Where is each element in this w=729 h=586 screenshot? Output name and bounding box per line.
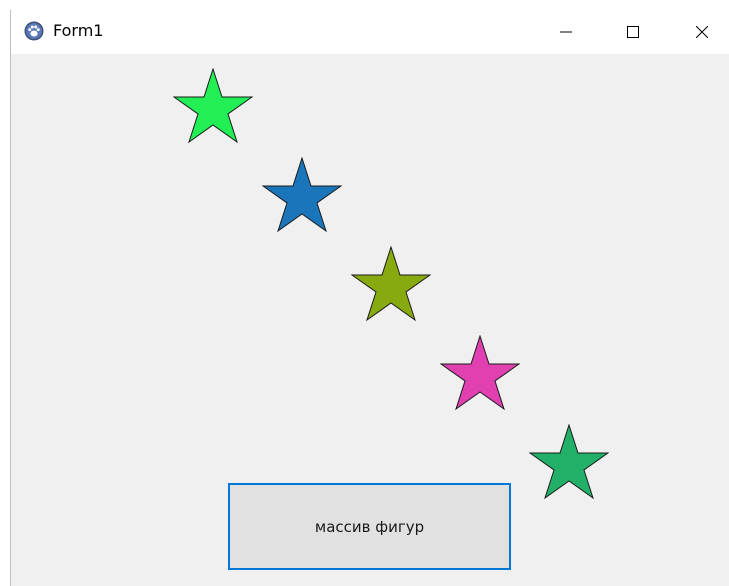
maximize-icon xyxy=(627,26,639,38)
form-window: Form1 массив фигур xyxy=(10,10,729,586)
minimize-icon xyxy=(560,31,572,33)
star-shape xyxy=(173,68,253,144)
close-icon xyxy=(696,26,708,38)
shape-array-button-label: массив фигур xyxy=(314,517,425,536)
shape-array-button[interactable]: массив фигур xyxy=(228,483,511,570)
close-button[interactable] xyxy=(679,10,725,54)
star-shape xyxy=(529,424,609,500)
minimize-button[interactable] xyxy=(543,10,589,54)
window-title: Form1 xyxy=(53,21,104,40)
maximize-button[interactable] xyxy=(610,10,656,54)
star-shape xyxy=(262,157,342,233)
star-shape xyxy=(440,335,520,411)
star-shape xyxy=(351,246,431,322)
title-bar[interactable]: Form1 xyxy=(11,10,729,54)
paw-icon xyxy=(24,21,44,41)
